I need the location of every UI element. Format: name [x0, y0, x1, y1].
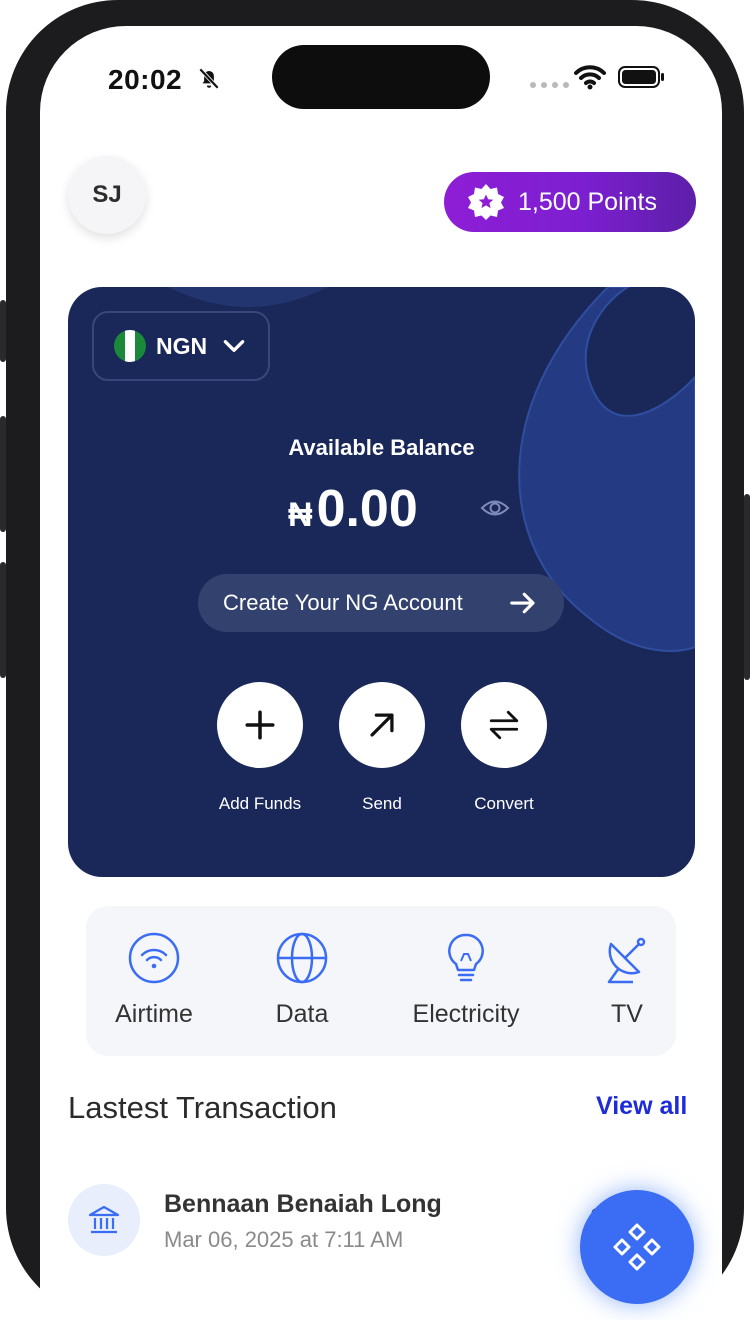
create-account-label: Create Your NG Account — [223, 590, 463, 615]
transaction-icon — [68, 1184, 140, 1256]
phone-frame: 20:02 SJ 1,500 Points NGN Available Bala… — [0, 0, 750, 1320]
service-data-label: Data — [275, 1000, 329, 1028]
convert-label: Convert — [474, 794, 534, 813]
service-airtime-label: Airtime — [115, 1000, 193, 1028]
quick-actions-button[interactable] — [580, 1190, 694, 1304]
currency-selector[interactable]: NGN — [92, 311, 270, 381]
arrow-up-right-icon — [370, 713, 394, 737]
send-button[interactable]: Send — [322, 682, 442, 814]
points-label: 1,500 Points — [518, 187, 657, 216]
transactions-title: Lastest Transaction — [68, 1090, 337, 1125]
wifi-status-icon — [574, 65, 606, 90]
app-screen: 20:02 SJ 1,500 Points NGN Available Bala… — [40, 26, 722, 1320]
service-electricity-label: Electricity — [412, 1000, 520, 1028]
volume-down-button — [0, 562, 6, 678]
bell-muted-icon — [198, 68, 220, 90]
arrow-right-icon — [510, 592, 535, 614]
swap-arrows-icon — [489, 710, 519, 740]
wifi-icon — [128, 932, 180, 984]
service-airtime[interactable]: Airtime — [108, 930, 200, 1029]
add-funds-label: Add Funds — [218, 794, 302, 813]
convert-button[interactable]: Convert — [444, 682, 564, 814]
service-tv[interactable]: TV — [592, 930, 662, 1029]
balance-card: NGN Available Balance ₦ 0.00 Create Your… — [68, 287, 695, 877]
service-data[interactable]: Data — [262, 930, 342, 1029]
avatar[interactable]: SJ — [68, 156, 146, 234]
star-badge-icon — [468, 184, 504, 220]
eye-icon[interactable] — [480, 497, 510, 519]
nigeria-flag-icon — [114, 330, 146, 362]
chevron-down-icon — [223, 340, 245, 352]
volume-up-button — [0, 416, 6, 532]
currency-code: NGN — [156, 332, 208, 359]
send-circle[interactable] — [339, 682, 425, 768]
battery-icon — [618, 66, 664, 88]
points-badge[interactable]: 1,500 Points — [444, 172, 696, 232]
service-tv-label: TV — [611, 1000, 643, 1028]
action-button — [0, 300, 6, 362]
add-funds-circle[interactable] — [217, 682, 303, 768]
signal-icon — [530, 82, 569, 88]
status-time: 20:02 — [108, 64, 183, 95]
create-account-button[interactable]: Create Your NG Account — [198, 574, 564, 632]
available-balance-label: Available Balance — [288, 435, 475, 460]
add-funds-button[interactable]: Add Funds — [200, 682, 320, 814]
balance-amount: ₦ 0.00 — [288, 479, 418, 539]
send-label: Send — [362, 794, 402, 813]
transaction-date: Mar 06, 2025 at 7:11 AM — [164, 1227, 404, 1252]
services-panel: Airtime Data Electricity TV — [86, 906, 676, 1056]
power-button — [744, 494, 750, 680]
view-all-link[interactable]: View all — [596, 1092, 687, 1121]
globe-icon — [276, 932, 328, 984]
amount-value: 0.00 — [316, 480, 418, 538]
lightbulb-icon — [448, 933, 484, 982]
satellite-dish-icon — [607, 937, 646, 984]
currency-symbol: ₦ — [288, 496, 313, 534]
plus-icon — [245, 710, 275, 740]
service-electricity[interactable]: Electricity — [404, 930, 528, 1029]
diamond-grid-icon — [613, 1223, 661, 1271]
convert-circle[interactable] — [461, 682, 547, 768]
dynamic-island — [272, 45, 490, 109]
bank-icon — [88, 1205, 120, 1234]
transaction-name: Bennaan Benaiah Long — [164, 1190, 442, 1218]
